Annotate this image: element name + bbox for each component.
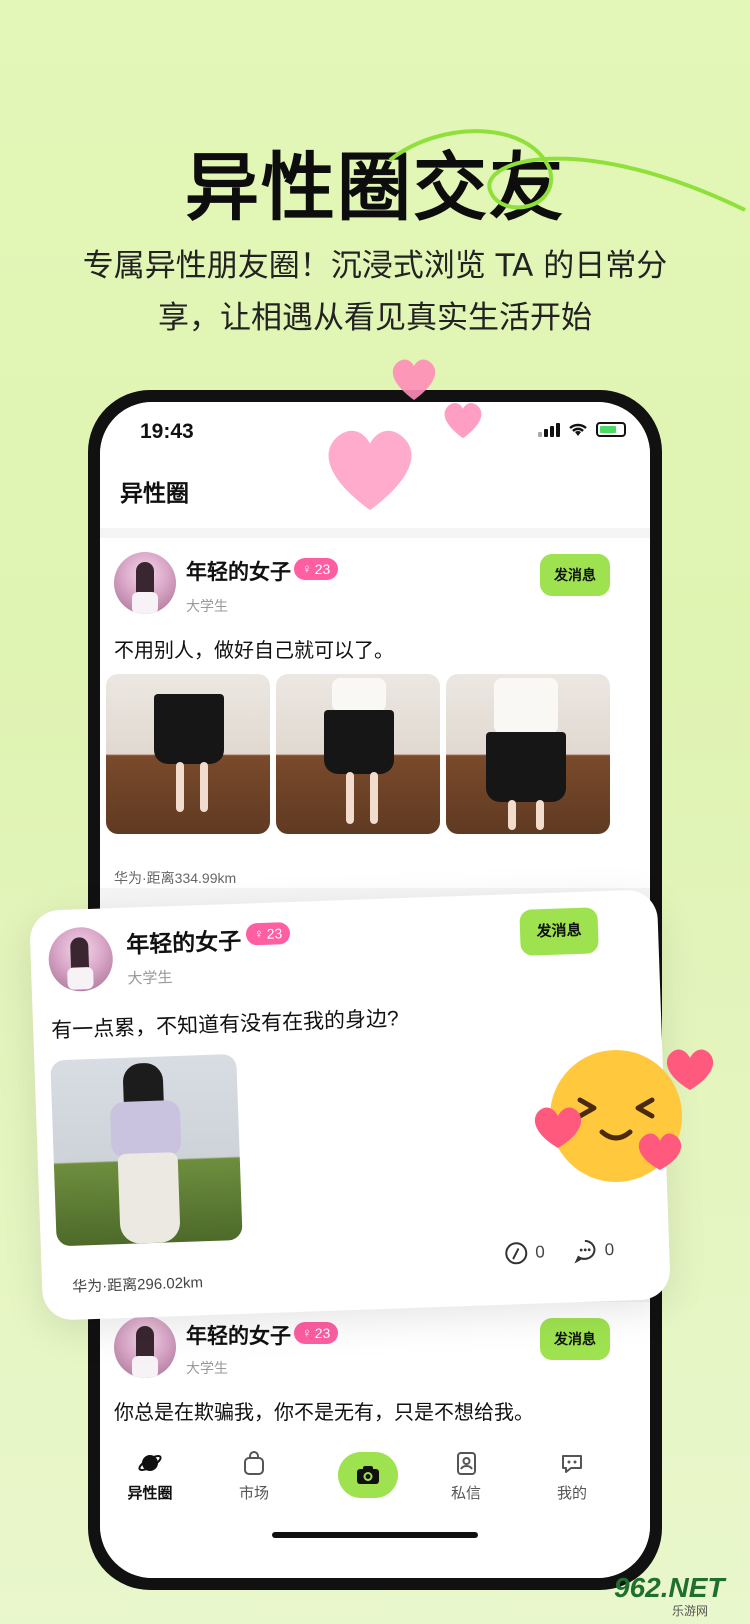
post-text: 有一点累，不知道有没有在我的身边? — [50, 1007, 400, 1043]
wifi-icon — [569, 423, 587, 436]
camera-button[interactable] — [338, 1452, 398, 1498]
signal-icon — [538, 422, 560, 437]
home-indicator — [272, 1532, 478, 1538]
female-icon: ♀ — [302, 561, 312, 576]
user-role: 大学生 — [186, 598, 228, 614]
page-title: 异性圈 — [120, 480, 189, 506]
watermark-logo: 962.NET — [614, 1572, 725, 1603]
avatar[interactable] — [114, 1316, 176, 1378]
camera-icon — [357, 1466, 379, 1484]
post-location-distance: 华为·距离334.99km — [114, 870, 237, 886]
post-text: 你总是在欺骗我，你不是无有，只是不想给我。 — [114, 1402, 534, 1424]
planet-icon — [138, 1455, 162, 1471]
heart-decoration — [392, 359, 436, 400]
heart-decoration — [328, 430, 412, 511]
username: 年轻的女子 — [186, 561, 291, 584]
post-text: 不用别人，做好自己就可以了。 — [114, 640, 394, 662]
avatar[interactable] — [47, 926, 114, 993]
username: 年轻的女子 — [125, 927, 242, 958]
female-icon: ♀ — [253, 925, 264, 942]
tab-profile[interactable]: 我的 — [532, 1450, 612, 1503]
status-icons — [538, 422, 626, 437]
age-badge: ♀ 23 — [294, 1322, 339, 1344]
contacts-icon — [457, 1452, 476, 1475]
send-message-button[interactable]: 发消息 — [540, 554, 610, 596]
tab-market[interactable]: 市场 — [214, 1450, 294, 1503]
post-stats: 0 0 — [503, 1237, 615, 1267]
post-photo[interactable] — [50, 1053, 243, 1247]
smiling-face-with-hearts-icon — [534, 1049, 714, 1182]
promo-subtitle: 专属异性朋友圈！沉浸式浏览 TA 的日常分 享，让相遇从看见真实生活开始 — [82, 248, 668, 336]
shopping-bag-icon — [244, 1451, 264, 1475]
comment-icon — [574, 1239, 596, 1264]
post-photo[interactable] — [276, 674, 440, 834]
tab-messages[interactable]: 私信 — [426, 1450, 506, 1503]
battery-icon — [596, 422, 626, 437]
heart-decoration — [444, 403, 482, 439]
post-location-distance: 华为·距离296.02km — [71, 1274, 204, 1296]
like-icon — [505, 1242, 528, 1265]
age-badge: ♀ 23 — [245, 921, 291, 946]
comment-count[interactable]: 0 — [572, 1237, 614, 1264]
decorative-swoosh — [388, 129, 746, 212]
female-icon: ♀ — [302, 1325, 312, 1340]
post-photo[interactable] — [106, 674, 270, 834]
bottom-tab-bar: 异性圈 市场 私信 我的 — [100, 1428, 650, 1578]
user-role: 大学生 — [186, 1360, 228, 1376]
avatar[interactable] — [114, 552, 176, 614]
feed-post: 年轻的女子 ♀ 23 大学生 发消息 不用别人，做好自己就可以了。 华为·距离33… — [100, 538, 650, 888]
like-count[interactable]: 0 — [503, 1239, 545, 1266]
watermark-subtext: 乐游网 — [672, 1604, 709, 1618]
send-message-button[interactable]: 发消息 — [540, 1318, 610, 1360]
send-message-button[interactable]: 发消息 — [519, 907, 599, 956]
feed-post: 年轻的女子 ♀ 23 大学生 发消息 你总是在欺骗我，你不是无有，只是不想给我。 — [100, 1302, 650, 1428]
age-badge: ♀ 23 — [294, 558, 339, 580]
tab-circle[interactable]: 异性圈 — [110, 1450, 190, 1503]
status-time: 19:43 — [140, 420, 194, 443]
post-photo[interactable] — [446, 674, 610, 834]
username: 年轻的女子 — [186, 1325, 291, 1348]
chat-face-icon — [562, 1455, 582, 1473]
user-role: 大学生 — [127, 969, 173, 988]
